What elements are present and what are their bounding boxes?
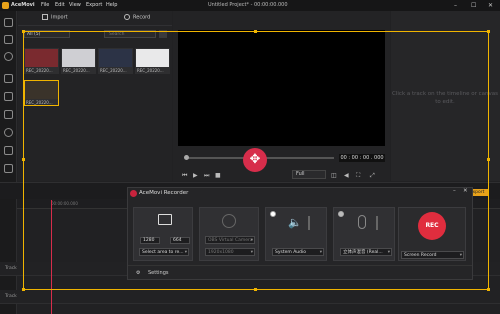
menu-file[interactable]: File [41,0,49,11]
track-row[interactable]: Track [0,290,500,304]
import-label: Import [51,14,68,21]
title-bar: AceMovi File Edit View Export Help Untit… [0,0,500,11]
microphone-panel: 立体声混音 (Real... [333,207,395,261]
transition-icon[interactable] [4,110,13,119]
recorder-title: AceMovi Recorder [139,190,189,196]
audio-icon[interactable] [4,52,13,61]
recorder-close-button[interactable]: ✕ [463,188,468,194]
minimize-button[interactable]: – [454,0,457,11]
camera-select[interactable]: OBS Virtual Camera [205,236,255,244]
resize-handle[interactable] [22,30,25,33]
settings-gear-icon: ⚙ [136,270,141,276]
app-logo-icon [2,2,9,9]
audio-toggle[interactable] [270,211,276,217]
effects-icon[interactable] [4,128,13,137]
width-input[interactable]: 1280 [140,237,160,244]
speaker-icon: 🔈 [288,216,302,229]
window-title: Untitled Project* - 00:00:00.000 [208,2,288,8]
area-select[interactable]: Select area to re... [139,248,189,256]
resize-handle[interactable] [487,30,490,33]
menu-edit[interactable]: Edit [55,0,65,11]
template-icon[interactable] [4,164,13,173]
track-label: Track [5,266,17,271]
recorder-logo-icon [130,190,137,197]
settings-row[interactable]: ⚙ Settings [128,265,472,279]
height-input[interactable]: 664 [170,237,190,244]
resize-handle[interactable] [487,288,490,291]
webcam-icon [222,214,236,228]
text-icon[interactable] [4,74,13,83]
mic-volume-slider[interactable] [376,216,378,230]
track-label: Track [5,294,17,299]
menu-export[interactable]: Export [86,0,102,11]
system-audio-panel: 🔈 System Audio [265,207,327,261]
audio-volume-slider[interactable] [308,216,310,230]
recorder-minimize-button[interactable]: – [453,188,456,194]
record-tab[interactable]: Record [124,14,150,21]
import-tab[interactable]: Import [42,14,68,21]
mic-select[interactable]: 立体声混音 (Real... [340,248,392,256]
resize-handle[interactable] [254,30,257,33]
camera-resolution-select[interactable]: 1920x1080 [205,248,255,256]
media-tabs: Import Record [18,11,172,26]
resize-handle[interactable] [22,288,25,291]
rec-button[interactable]: REC [418,212,446,240]
audio-select[interactable]: System Audio [272,248,324,256]
media-icon[interactable] [4,18,13,27]
menu-help[interactable]: Help [106,0,117,11]
element-icon[interactable] [4,146,13,155]
monitor-icon [158,214,172,225]
screen-panel: 1280 664 Select area to re... [133,207,193,261]
app-name: AceMovi [11,2,35,8]
settings-label: Settings [148,270,169,276]
close-button[interactable]: ✕ [488,0,493,11]
resize-handle[interactable] [254,288,257,291]
record-label: Record [133,14,151,21]
camera-panel: OBS Virtual Camera 1920x1080 [199,207,259,261]
import-icon [42,14,48,20]
layers-icon[interactable] [4,35,13,44]
resize-handle[interactable] [22,158,25,161]
microphone-icon [358,215,366,229]
filter-icon[interactable] [4,92,13,101]
mode-select[interactable]: Screen Record [401,251,464,259]
mic-toggle[interactable] [338,211,344,217]
menu-view[interactable]: View [69,0,81,11]
resize-handle[interactable] [487,158,490,161]
maximize-button[interactable]: ☐ [471,0,476,11]
record-icon [124,14,130,20]
